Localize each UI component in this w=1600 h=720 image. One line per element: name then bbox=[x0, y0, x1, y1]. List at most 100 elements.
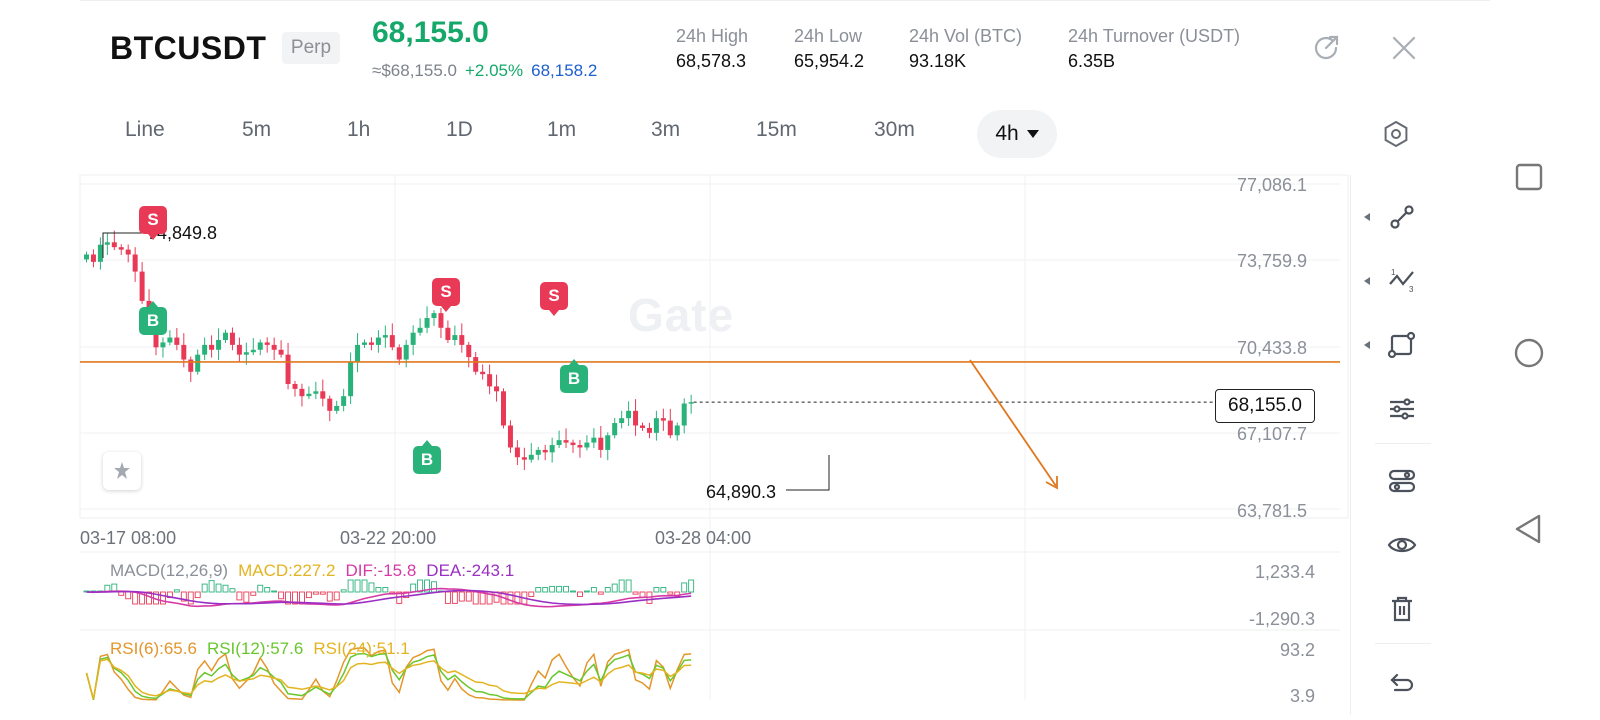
candle-body bbox=[591, 437, 597, 443]
rsi12-line bbox=[85, 652, 692, 700]
macd-y-top: 1,233.4 bbox=[1254, 562, 1315, 582]
undo-icon[interactable] bbox=[1387, 667, 1417, 697]
candle-body bbox=[104, 242, 110, 245]
candle-body bbox=[271, 344, 277, 350]
macd-histogram-bar bbox=[222, 584, 229, 593]
macd-histogram-bar bbox=[194, 591, 201, 599]
macd-histogram-bar bbox=[577, 591, 583, 597]
macd-histogram-bar bbox=[681, 582, 688, 593]
candle-body bbox=[84, 254, 89, 260]
candle-body bbox=[459, 335, 465, 345]
x-tick: 03-28 04:00 bbox=[655, 528, 752, 548]
x-tick: 03-22 20:00 bbox=[340, 528, 437, 548]
macd-histogram-bar bbox=[625, 579, 632, 593]
macd-histogram-bar bbox=[229, 588, 236, 593]
drawing-mode-icon[interactable] bbox=[103, 452, 141, 490]
buy-marker[interactable]: B bbox=[139, 301, 167, 335]
sell-marker[interactable]: S bbox=[540, 282, 568, 316]
candle-body bbox=[473, 357, 479, 372]
macd-histogram-bar bbox=[611, 583, 618, 593]
candle-body bbox=[445, 327, 451, 340]
buy-marker[interactable]: B bbox=[413, 440, 441, 474]
macd-histogram-bar bbox=[472, 591, 479, 605]
candle-body bbox=[209, 344, 215, 350]
current-price-label: 68,155.0 bbox=[1215, 389, 1315, 423]
candle-body bbox=[285, 354, 291, 384]
macd-histogram-bar bbox=[305, 591, 312, 599]
macd-histogram-bar bbox=[326, 591, 333, 602]
home-icon[interactable] bbox=[1510, 334, 1548, 372]
sell-marker[interactable]: S bbox=[139, 206, 167, 240]
indicator-settings-icon[interactable] bbox=[1387, 394, 1417, 424]
candle-body bbox=[563, 440, 569, 443]
fibonacci-tool-icon[interactable]: 1 3 bbox=[1387, 266, 1417, 296]
buy-marker[interactable]: B bbox=[560, 359, 588, 393]
macd-histogram-bar bbox=[132, 591, 139, 605]
macd-histogram-bar bbox=[570, 590, 576, 593]
sell-marker[interactable]: S bbox=[432, 278, 460, 312]
candle-body bbox=[424, 318, 430, 328]
macd-histogram-bar bbox=[278, 591, 285, 600]
candle-body bbox=[584, 442, 590, 448]
svg-text:3: 3 bbox=[1409, 285, 1414, 294]
macd-name: MACD(12,26,9) bbox=[110, 561, 229, 580]
expand-caret-icon[interactable] bbox=[1364, 213, 1370, 221]
candle-body bbox=[202, 344, 208, 355]
trend-arrow-head bbox=[1045, 476, 1058, 490]
macd-histogram-bar bbox=[243, 591, 250, 603]
candle-body bbox=[181, 344, 187, 360]
expand-caret-icon[interactable] bbox=[1364, 341, 1370, 349]
macd-histogram-bar bbox=[444, 591, 451, 604]
candle-body bbox=[667, 420, 673, 436]
candle-body bbox=[90, 254, 96, 262]
eye-icon[interactable] bbox=[1387, 530, 1417, 560]
macd-histogram-bar bbox=[271, 590, 278, 593]
candle-body bbox=[174, 337, 180, 345]
macd-histogram-bar bbox=[451, 591, 458, 604]
candle-body bbox=[674, 425, 680, 436]
candle-body bbox=[570, 442, 576, 446]
macd-histogram-bar bbox=[250, 591, 257, 596]
macd-histogram-bar bbox=[340, 589, 347, 593]
candle-body bbox=[688, 402, 694, 404]
candle-body bbox=[111, 242, 117, 248]
recent-apps-icon[interactable] bbox=[1510, 158, 1548, 196]
candle-body bbox=[619, 418, 625, 424]
candle-body bbox=[167, 337, 173, 343]
low-annotation: 64,890.3 bbox=[706, 482, 777, 502]
candle-body bbox=[494, 386, 500, 392]
expand-caret-icon[interactable] bbox=[1364, 277, 1370, 285]
candle-body bbox=[341, 396, 347, 406]
candle-body bbox=[278, 349, 284, 355]
candle-body bbox=[646, 427, 652, 433]
candle-body bbox=[334, 405, 340, 411]
candle-body bbox=[382, 335, 388, 338]
macd-histogram-bar bbox=[201, 583, 208, 593]
candle-body bbox=[348, 361, 354, 397]
candle-body bbox=[501, 391, 506, 426]
macd-histogram-bar bbox=[410, 583, 417, 593]
macd-histogram-bar bbox=[347, 579, 354, 593]
trash-icon[interactable] bbox=[1387, 594, 1417, 624]
candle-body bbox=[681, 403, 687, 426]
macd-histogram-bar bbox=[236, 591, 243, 601]
candle-body bbox=[195, 354, 201, 372]
macd-histogram-bar bbox=[604, 587, 611, 593]
candle-body bbox=[362, 342, 367, 345]
candle-body bbox=[640, 425, 645, 428]
trendline-tool-icon[interactable] bbox=[1387, 202, 1417, 232]
candle-body bbox=[243, 352, 249, 355]
rsi12-value: RSI(12):57.6 bbox=[206, 639, 304, 658]
back-icon[interactable] bbox=[1510, 510, 1548, 548]
layout-settings-icon[interactable] bbox=[1387, 466, 1417, 496]
macd-histogram-bar bbox=[618, 579, 625, 593]
candle-body bbox=[299, 388, 305, 397]
candle-body bbox=[626, 410, 632, 419]
candle-body bbox=[250, 349, 256, 353]
shape-tool-icon[interactable] bbox=[1387, 330, 1417, 360]
macd-histogram-bar bbox=[542, 587, 549, 593]
candle-body bbox=[480, 371, 486, 375]
macd-histogram-bar bbox=[549, 585, 556, 593]
candle-body bbox=[97, 244, 103, 262]
rsi-legend: RSI(6):65.6 RSI(12):57.6 RSI(24):51.1 bbox=[110, 639, 410, 659]
